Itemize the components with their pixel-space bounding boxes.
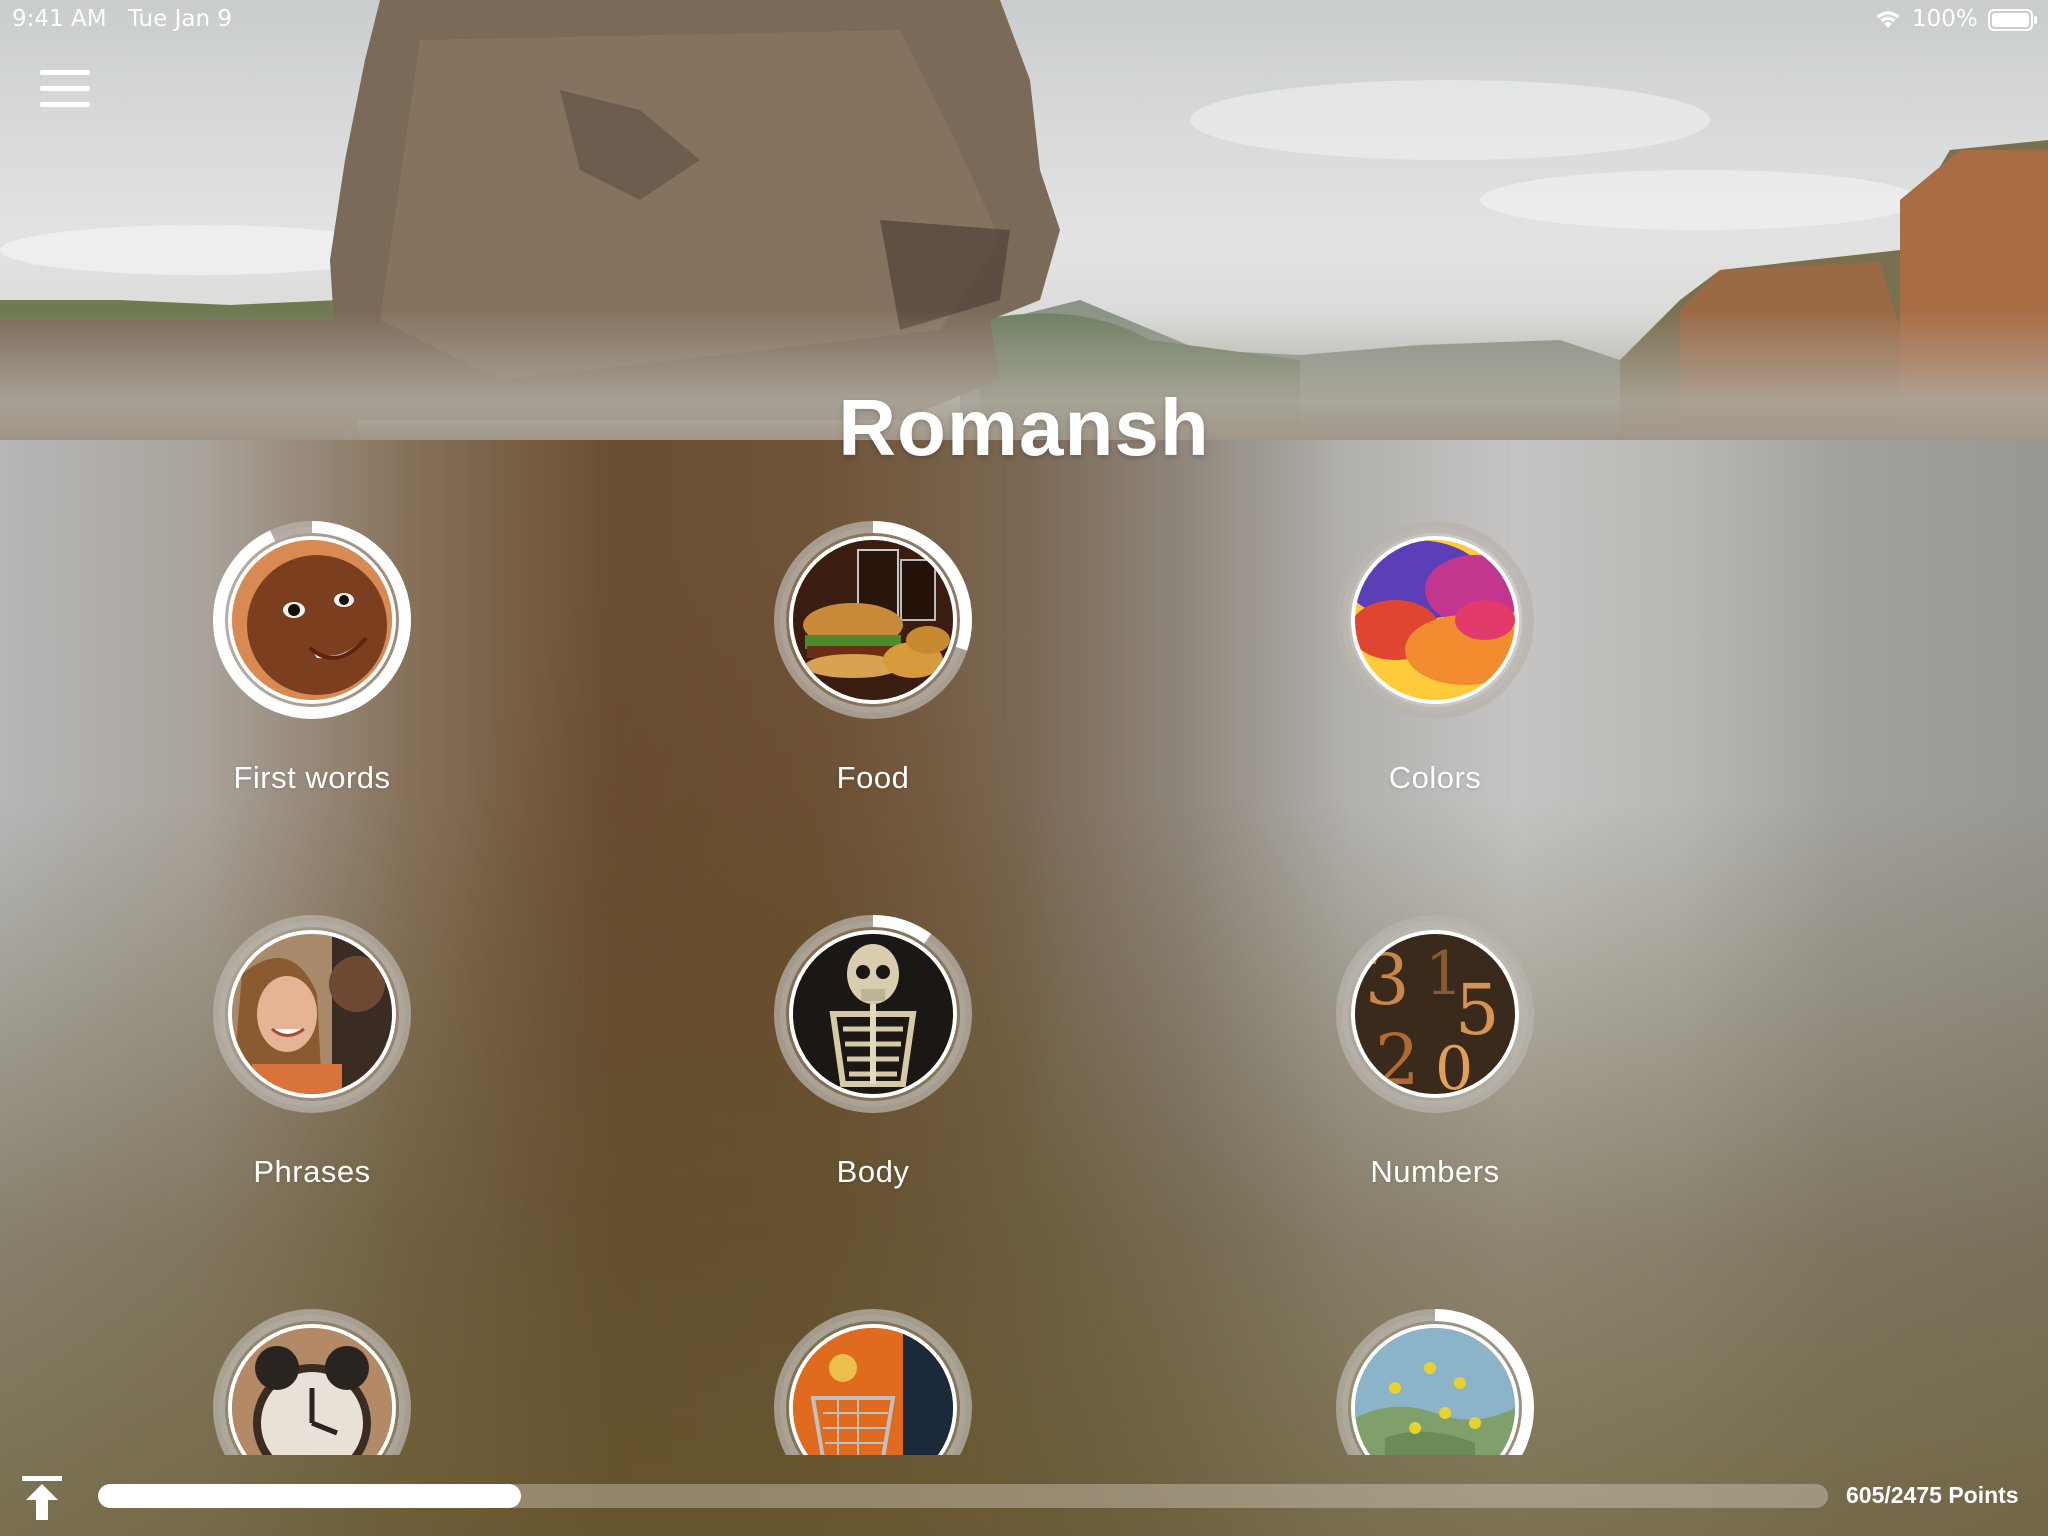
app-screen: 9:41 AM Tue Jan 9 100% Romansh First wor… xyxy=(0,0,2048,1536)
topic-image-smiling-baby xyxy=(228,536,396,704)
status-date: Tue Jan 9 xyxy=(128,6,232,32)
wifi-icon xyxy=(1876,11,1900,28)
svg-text:0: 0 xyxy=(1435,1034,1473,1094)
page-title: Romansh xyxy=(838,383,1210,472)
topic-progress-ring xyxy=(212,914,412,1114)
points-progress-track xyxy=(98,1484,1828,1508)
topic-grid: First words Food Colors Phrases Body 3 1 5 2 0 Num… xyxy=(0,0,2048,1455)
topic-label: Phrases xyxy=(253,1154,371,1189)
topic-progress-ring xyxy=(773,520,973,720)
status-bar: 9:41 AM Tue Jan 9 100% xyxy=(0,0,2048,40)
bottom-progress-bar: 605/2475 Points xyxy=(0,1460,2048,1536)
hamburger-menu-icon[interactable] xyxy=(38,68,92,112)
topic-image-wooden-numbers: 31520 xyxy=(1351,930,1519,1098)
battery-icon xyxy=(1988,9,2037,31)
topic-image-burger-and-cola xyxy=(789,536,957,704)
topic-progress-ring xyxy=(1335,1308,1535,1455)
battery-percent: 100% xyxy=(1912,6,1978,32)
topic-label: Colors xyxy=(1388,760,1482,795)
topic-image-smiling-woman xyxy=(228,930,396,1098)
topic-progress-ring xyxy=(212,520,412,720)
topic-progress-ring xyxy=(212,1308,412,1455)
topic-label: Food xyxy=(836,760,910,795)
scroll-to-top-icon[interactable] xyxy=(20,1474,64,1522)
topic-image-map-with-pins xyxy=(1351,1324,1519,1455)
topic-progress-ring xyxy=(773,1308,973,1455)
status-time: 9:41 AM xyxy=(12,6,107,32)
topic-label: Body xyxy=(836,1154,910,1189)
svg-text:2: 2 xyxy=(1375,1019,1420,1094)
topic-image-shopping-cart xyxy=(789,1324,957,1455)
svg-text:3: 3 xyxy=(1365,939,1410,1021)
topic-progress-ring xyxy=(773,914,973,1114)
points-progress-fill xyxy=(98,1484,521,1508)
topic-label: Numbers xyxy=(1370,1154,1500,1189)
topic-label: First words xyxy=(233,760,391,795)
topic-image-skeleton xyxy=(789,930,957,1098)
points-text: 605/2475 Points xyxy=(1846,1482,2019,1508)
topic-progress-ring: 31520 xyxy=(1335,914,1535,1114)
topic-progress-ring xyxy=(1335,520,1535,720)
topic-image-alarm-clock xyxy=(228,1324,396,1455)
topic-image-colorful-powder xyxy=(1351,536,1519,704)
